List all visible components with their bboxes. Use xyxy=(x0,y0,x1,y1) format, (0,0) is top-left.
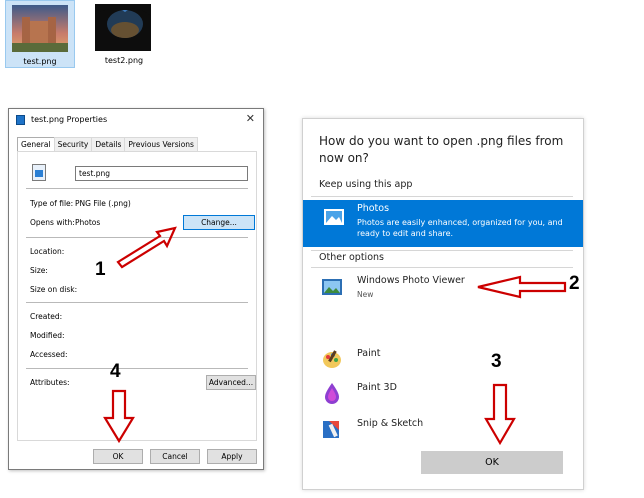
castle-thumbnail-icon xyxy=(12,5,68,52)
size-on-disk-label: Size on disk: xyxy=(30,285,78,294)
file-label: test.png xyxy=(23,57,57,66)
png-file-icon xyxy=(32,164,46,181)
tab-details[interactable]: Details xyxy=(91,137,126,151)
dialog-titlebar[interactable]: test.png Properties ✕ xyxy=(9,109,263,131)
close-icon[interactable]: ✕ xyxy=(246,112,255,125)
open-with-ok-button[interactable]: OK xyxy=(421,451,563,474)
open-with-flyout: How do you want to open .png files from … xyxy=(302,118,584,490)
step-number-3: 3 xyxy=(491,351,502,372)
app-name: Snip & Sketch xyxy=(357,418,424,429)
type-of-file-value: PNG File (.png) xyxy=(75,199,131,208)
app-option-paint-3d[interactable]: Paint 3D xyxy=(303,377,583,409)
properties-dialog: test.png Properties ✕ General Security D… xyxy=(8,108,264,470)
keep-using-header: Keep using this app xyxy=(319,179,413,190)
attributes-label: Attributes: xyxy=(30,378,70,387)
paint-icon xyxy=(323,350,341,368)
divider xyxy=(311,196,573,197)
paint-3d-icon xyxy=(325,383,339,404)
file-label: test2.png xyxy=(104,56,144,65)
opens-with-label: Opens with: xyxy=(30,218,75,227)
general-panel: test.png Type of file: PNG File (.png) O… xyxy=(17,151,257,441)
created-label: Created: xyxy=(30,312,63,321)
photos-app-description: Photos are easily enhanced, organized fo… xyxy=(357,218,563,238)
app-option-snip-sketch[interactable]: Snip & Sketch xyxy=(303,413,583,445)
photos-app-name: Photos xyxy=(357,203,390,214)
cancel-button[interactable]: Cancel xyxy=(150,449,200,464)
other-options-header: Other options xyxy=(319,252,384,263)
app-subtitle: New xyxy=(357,290,374,299)
divider xyxy=(26,368,248,369)
divider xyxy=(26,237,248,238)
dialog-title: test.png Properties xyxy=(31,115,108,124)
file-test2-png[interactable]: test2.png xyxy=(89,0,159,68)
size-label: Size: xyxy=(30,266,48,275)
tab-strip: General Security Details Previous Versio… xyxy=(17,137,198,152)
cave-thumbnail-icon xyxy=(95,4,151,51)
divider xyxy=(26,302,248,303)
image-file-icon xyxy=(16,115,25,125)
app-name: Paint 3D xyxy=(357,382,397,393)
opens-with-value: Photos xyxy=(75,218,101,227)
snip-sketch-icon xyxy=(323,421,339,438)
tab-security[interactable]: Security xyxy=(53,137,93,151)
ok-button[interactable]: OK xyxy=(93,449,143,464)
file-name-field[interactable]: test.png xyxy=(75,166,248,181)
apply-button[interactable]: Apply xyxy=(207,449,257,464)
divider xyxy=(311,250,573,251)
open-with-question: How do you want to open .png files from … xyxy=(319,134,564,165)
app-option-windows-photo-viewer[interactable]: Windows Photo Viewer New xyxy=(303,269,583,307)
photos-icon xyxy=(324,209,344,225)
change-button[interactable]: Change... xyxy=(183,215,255,230)
divider xyxy=(311,267,573,268)
tab-general[interactable]: General xyxy=(17,137,55,152)
file-test-png[interactable]: test.png xyxy=(5,0,75,68)
tab-previous-versions[interactable]: Previous Versions xyxy=(124,137,198,151)
app-name: Windows Photo Viewer xyxy=(357,275,465,286)
step-number-1: 1 xyxy=(95,259,106,280)
advanced-button[interactable]: Advanced... xyxy=(206,375,256,390)
step-number-4: 4 xyxy=(110,361,121,382)
divider xyxy=(26,188,248,189)
photo-viewer-icon xyxy=(322,279,342,295)
type-of-file-label: Type of file: xyxy=(30,199,74,208)
app-option-photos[interactable]: Photos Photos are easily enhanced, organ… xyxy=(303,200,583,247)
app-option-paint[interactable]: Paint xyxy=(303,343,583,375)
modified-label: Modified: xyxy=(30,331,65,340)
app-name: Paint xyxy=(357,348,381,359)
location-label: Location: xyxy=(30,247,65,256)
step-number-2: 2 xyxy=(569,273,580,294)
accessed-label: Accessed: xyxy=(30,350,68,359)
